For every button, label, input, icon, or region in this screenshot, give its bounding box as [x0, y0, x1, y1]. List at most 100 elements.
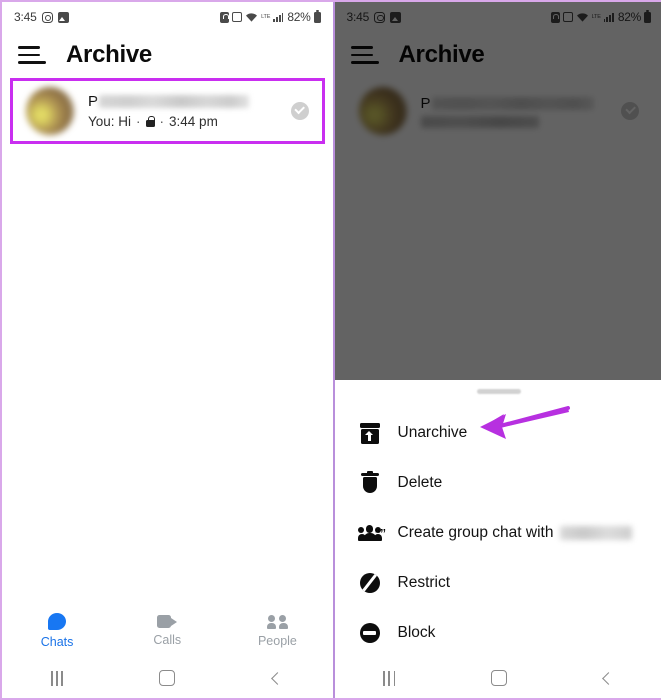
tab-chats-label: Chats: [40, 635, 74, 649]
contact-name-visible: P: [88, 93, 99, 110]
check-circle-icon[interactable]: [290, 102, 309, 120]
recents-icon: [383, 670, 396, 686]
menu-item-unarchive-label: Unarchive: [397, 424, 468, 441]
video-camera-icon: [157, 615, 178, 628]
create-group-text: Create group chat with: [397, 524, 554, 541]
chat-list-item[interactable]: P You: Hi · · 3:44 pm: [10, 78, 325, 144]
tab-calls-label: Calls: [153, 633, 182, 647]
instagram-icon: [41, 11, 53, 23]
left-phone-panel: 3:45 LTE 82% Archive P You: Hi · · 3:44 …: [2, 2, 333, 698]
contact-name-blurred: [99, 95, 250, 108]
recents-icon: [51, 670, 64, 686]
contact-name: P: [88, 93, 291, 110]
avatar: [26, 87, 74, 135]
blurred-contact-name: [560, 526, 633, 540]
screenshot-frame: 3:45 LTE 82% Archive P You: Hi · · 3:44 …: [0, 0, 661, 700]
status-time-2: 3:45: [346, 10, 370, 24]
battery-percent: 82%: [287, 10, 311, 24]
alarm-icon: [232, 12, 243, 22]
chat-item-texts: P You: Hi · · 3:44 pm: [88, 93, 291, 129]
back-icon: [601, 671, 615, 685]
battery-icon: [313, 9, 321, 23]
home-icon: [159, 670, 176, 686]
menu-item-block[interactable]: Block: [335, 608, 661, 658]
menu-item-delete[interactable]: Delete: [335, 458, 661, 508]
contact-name-visible: P: [420, 94, 431, 112]
page-title: Archive: [66, 41, 152, 68]
lte-label: LTE: [591, 13, 601, 20]
hamburger-icon[interactable]: [350, 44, 379, 66]
people-icon: [266, 614, 288, 629]
lte-label: LTE: [261, 13, 271, 20]
drag-handle[interactable]: [476, 389, 521, 394]
avatar: [358, 87, 407, 135]
system-navigation-bar: [2, 658, 333, 698]
menu-item-create-group-chat-label: Create group chat with: [398, 524, 633, 542]
status-bar-left: 3:45: [14, 10, 69, 24]
status-bar-right-panel: 3:45 LTE 82%: [335, 2, 661, 32]
separator-dot-1: ·: [136, 114, 141, 129]
page-title-2: Archive: [398, 41, 485, 68]
home-icon: [490, 670, 507, 686]
contact-name-2: P: [421, 95, 622, 112]
status-bar-left-2: 3:45: [347, 10, 402, 24]
contact-name-blurred: [431, 96, 594, 110]
bottom-tab-bar: Chats Calls People: [2, 604, 333, 658]
separator-dot-2: ·: [159, 114, 165, 129]
back-icon: [271, 671, 284, 685]
chat-list-item-selected[interactable]: P: [342, 78, 655, 144]
battery-icon: [644, 9, 651, 23]
trash-icon: [353, 470, 387, 494]
status-bar: 3:45 LTE 82%: [2, 2, 333, 32]
menu-item-unarchive[interactable]: Unarchive: [335, 408, 661, 458]
right-phone-panel: 3:45 LTE 82% Archive P Unarchive Delete …: [332, 2, 661, 698]
app-bar: Archive: [2, 32, 333, 78]
chat-list: P You: Hi · · 3:44 pm: [2, 78, 333, 144]
battery-saver-icon: [550, 11, 560, 23]
chat-time: 3:44 pm: [169, 114, 218, 129]
menu-item-restrict-label: Restrict: [397, 574, 451, 591]
battery-saver-icon: [220, 11, 230, 23]
check-circle-icon[interactable]: [621, 102, 639, 120]
battery-percent: 82%: [617, 10, 641, 24]
menu-item-delete-label: Delete: [397, 474, 443, 491]
menu-item-create-group-chat[interactable]: Create group chat with: [335, 508, 661, 558]
wifi-icon: [245, 12, 258, 23]
chat-item-texts-2: P: [420, 95, 622, 128]
recents-button[interactable]: [2, 670, 112, 686]
alarm-icon: [562, 12, 573, 22]
chat-preview-blurred: [420, 115, 539, 128]
home-button[interactable]: [444, 670, 554, 686]
photo-icon: [390, 11, 402, 23]
home-button[interactable]: [112, 670, 222, 686]
tab-people-label: People: [257, 633, 297, 648]
tab-people[interactable]: People: [222, 614, 332, 648]
signal-bars-icon: [603, 12, 614, 22]
instagram-icon: [374, 11, 386, 23]
chat-preview-2: [420, 115, 622, 128]
photo-icon: [57, 11, 69, 23]
tab-calls[interactable]: Calls: [112, 615, 222, 647]
status-bar-right: LTE 82%: [220, 9, 321, 24]
chat-list-2: P: [335, 78, 661, 144]
status-time: 3:45: [14, 10, 37, 24]
menu-item-block-label: Block: [397, 624, 436, 641]
block-icon: [353, 623, 387, 643]
hamburger-icon[interactable]: [18, 44, 46, 66]
unarchive-icon: [353, 422, 387, 444]
signal-bars-icon: [273, 12, 284, 22]
chat-preview-text: You: Hi: [88, 114, 132, 129]
chat-preview: You: Hi · · 3:44 pm: [88, 114, 291, 129]
recents-button[interactable]: [335, 670, 445, 686]
restrict-icon: [353, 573, 387, 593]
back-button[interactable]: [554, 671, 661, 685]
group-chat-icon: [353, 525, 387, 541]
tab-chats[interactable]: Chats: [2, 613, 112, 649]
back-button[interactable]: [222, 671, 332, 685]
status-bar-right-2: LTE 82%: [550, 9, 651, 24]
lock-icon: [145, 116, 155, 127]
bottom-sheet-menu: Unarchive Delete Create group chat with: [334, 380, 661, 698]
menu-item-restrict[interactable]: Restrict: [335, 558, 661, 608]
system-navigation-bar-2: [335, 658, 661, 698]
app-bar-2: Archive: [335, 32, 661, 78]
